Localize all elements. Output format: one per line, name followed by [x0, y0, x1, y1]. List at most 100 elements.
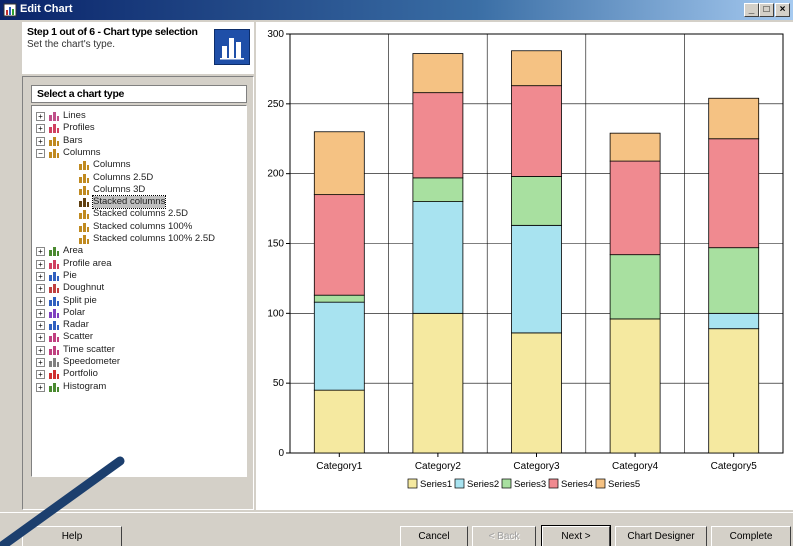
x-tick-label: Category5 [711, 461, 758, 472]
tree-item-label: Lines [63, 110, 86, 121]
tree-item-label: Radar [63, 319, 89, 331]
tree-item-label: Stacked columns 2.5D [93, 208, 189, 220]
tree-item[interactable]: + Speedometer [32, 356, 246, 368]
profile-area-icon [48, 258, 60, 270]
expand-icon[interactable]: + [36, 247, 45, 257]
x-tick-label: Category4 [612, 461, 659, 472]
bar-segment [708, 328, 760, 454]
expand-icon[interactable]: + [36, 284, 45, 294]
chart-preview: 0 50 100 150 200 250 300 Category1 Category2 Cate… [256, 22, 793, 510]
expand-icon[interactable]: + [36, 271, 45, 281]
tree-item[interactable]: + Polar [32, 307, 246, 319]
bar-segment [708, 138, 760, 249]
tree-item[interactable]: Stacked columns [32, 195, 246, 210]
tree-item-label: Pie [63, 269, 77, 281]
tree-item[interactable]: + Split pie [32, 295, 246, 307]
bar-segment [412, 177, 464, 203]
tree-item[interactable]: Stacked columns 100% [32, 221, 246, 233]
tree-item[interactable]: Stacked columns 2.5D [32, 208, 246, 220]
tree-item[interactable]: + Doughnut [32, 282, 246, 294]
tree-item[interactable]: + Scatter [32, 331, 246, 343]
tree-item[interactable]: + Lines [32, 110, 246, 122]
expand-icon[interactable]: + [36, 136, 45, 146]
histogram-icon [48, 381, 60, 393]
tree-item[interactable]: + Bars [32, 135, 246, 147]
tree-item[interactable]: Columns 2.5D [32, 172, 246, 184]
tree-item[interactable]: + Time scatter [32, 344, 246, 356]
maximize-button[interactable]: □ [759, 3, 774, 17]
tree-item[interactable]: + Profile area [32, 258, 246, 270]
bar-segment [511, 85, 562, 177]
tree-item-label: Stacked columns 100% 2.5D [93, 233, 215, 244]
bar-segment [313, 389, 365, 454]
tree-item[interactable]: Columns [32, 159, 246, 171]
minimize-button[interactable]: _ [744, 3, 759, 17]
legend-label: Series4 [561, 479, 593, 490]
collapse-icon[interactable]: − [36, 148, 45, 158]
expand-icon[interactable]: + [36, 370, 45, 380]
bar-segment [708, 97, 760, 140]
expand-icon[interactable]: + [36, 382, 45, 392]
bar-segment [313, 131, 365, 196]
chart-app-icon [3, 3, 17, 17]
expand-icon[interactable]: + [36, 308, 45, 318]
radar-icon [48, 319, 60, 331]
step-title: Step 1 out of 6 - Chart type selection [27, 26, 198, 38]
tree-item[interactable]: + Area [32, 245, 246, 257]
bar-segment [609, 254, 661, 320]
tree-item[interactable]: Stacked columns 100% 2.5D [32, 233, 246, 245]
tree-item[interactable]: Columns 3D [32, 184, 246, 196]
stacked-column-chart: 0 50 100 150 200 250 300 Category1 Category2 Cate… [267, 29, 784, 490]
tree-item[interactable]: + Histogram [32, 381, 246, 393]
cancel-button[interactable]: Cancel [400, 526, 468, 546]
bar-segment [313, 194, 365, 296]
chart-designer-button[interactable]: Chart Designer [615, 526, 707, 546]
tree-item-label: Time scatter [63, 343, 115, 355]
expand-icon[interactable]: + [36, 321, 45, 331]
tree-item-label: Stacked columns 100% [93, 220, 193, 232]
expand-icon[interactable]: + [36, 333, 45, 343]
title-bar: Edit Chart _ □ × [0, 0, 793, 20]
columns-icon [48, 147, 60, 159]
next-button[interactable]: Next > [541, 525, 611, 546]
complete-button[interactable]: Complete [711, 526, 791, 546]
pie-icon [48, 270, 60, 282]
bar-segment [412, 92, 464, 179]
help-button[interactable]: Help [22, 526, 122, 546]
legend-label: Series1 [420, 479, 452, 490]
bar-segment [313, 301, 365, 391]
chart-type-tree[interactable]: + Lines + Profiles + Bars − Columns Columns Colum… [31, 105, 247, 477]
legend-label: Series2 [467, 479, 499, 490]
tree-item-label: Columns [93, 159, 131, 171]
button-bar: Help Cancel < Back Next > Chart Designer… [0, 512, 793, 546]
tree-item[interactable]: + Profiles [32, 122, 246, 134]
x-tick-label: Category2 [415, 461, 462, 472]
expand-icon[interactable]: + [36, 112, 45, 121]
x-tick-label: Category1 [316, 461, 363, 472]
bar-segment [609, 160, 661, 256]
expand-icon[interactable]: + [36, 345, 45, 355]
y-tick-label: 300 [267, 29, 284, 40]
expand-icon[interactable]: + [36, 358, 45, 367]
bar-segment [708, 247, 760, 314]
tree-item-label: Speedometer [63, 356, 121, 367]
legend-swatch [407, 478, 418, 489]
tree-item-label: Split pie [63, 294, 97, 306]
expand-icon[interactable]: + [36, 124, 45, 134]
x-tick-label: Category3 [513, 461, 560, 472]
columns-icon [78, 184, 90, 196]
back-button[interactable]: < Back [472, 526, 536, 546]
tree-header: Select a chart type [31, 85, 247, 103]
tree-item-label: Columns [63, 146, 101, 158]
tree-item[interactable]: + Radar [32, 319, 246, 331]
legend-label: Series5 [608, 479, 640, 490]
step-description: Set the chart's type. [27, 39, 116, 50]
expand-icon[interactable]: + [36, 296, 45, 306]
bars-icon [48, 135, 60, 147]
tree-item[interactable]: − Columns [32, 147, 246, 159]
lines-icon [48, 110, 60, 122]
close-button[interactable]: × [775, 3, 790, 17]
expand-icon[interactable]: + [36, 259, 45, 269]
tree-item[interactable]: + Portfolio [32, 368, 246, 380]
tree-item[interactable]: + Pie [32, 270, 246, 282]
